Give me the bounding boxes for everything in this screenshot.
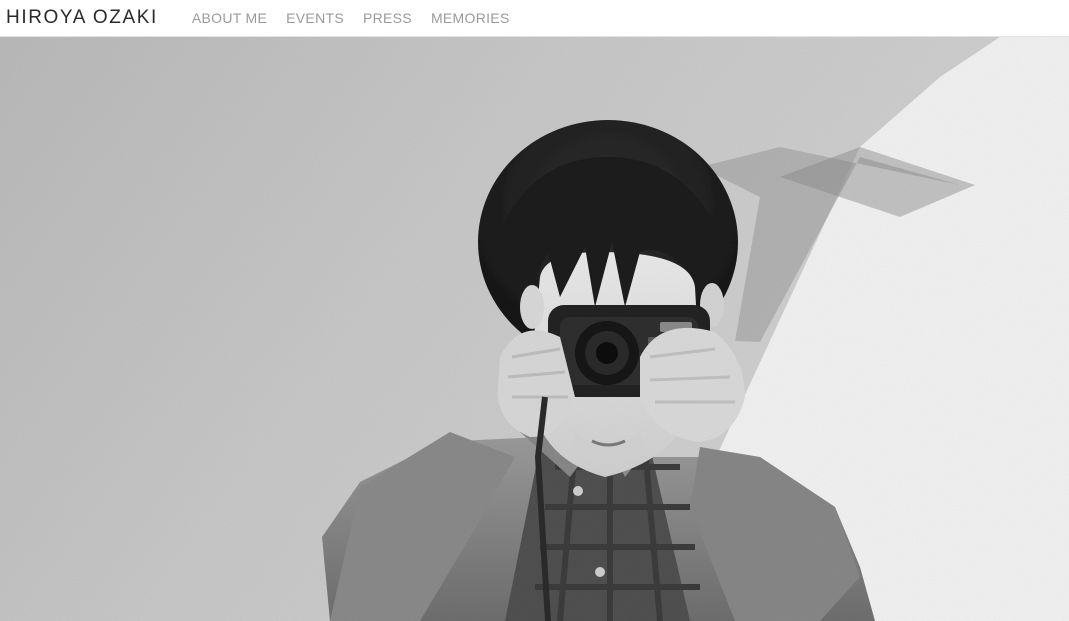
nav-about-me[interactable]: ABOUT ME (192, 10, 267, 26)
nav-press[interactable]: PRESS (363, 10, 412, 26)
main-nav: ABOUT ME EVENTS PRESS MEMORIES (192, 10, 529, 26)
hero-photo (0, 37, 1069, 621)
site-header: HIROYA OZAKI ABOUT ME EVENTS PRESS MEMOR… (0, 0, 1069, 37)
site-title-link[interactable]: HIROYA OZAKI (6, 7, 158, 29)
nav-events[interactable]: EVENTS (286, 10, 344, 26)
hero-photo-image (0, 37, 1069, 621)
nav-memories[interactable]: MEMORIES (431, 10, 510, 26)
